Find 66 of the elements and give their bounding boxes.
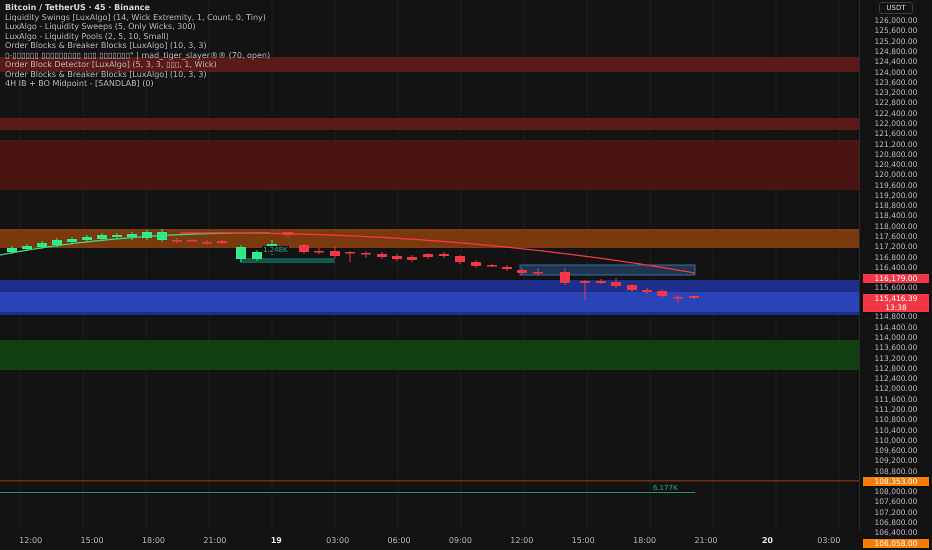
indicator-label[interactable]: Order Blocks & Breaker Blocks [LuxAlgo] (10, 3, 3) [5,70,270,79]
candlestick [127,232,137,240]
time-label: 03:00 [816,536,842,544]
time-label: 15:00 [570,536,596,544]
candlestick [22,244,32,252]
candlestick [217,240,227,246]
indicator-label[interactable]: Order Block Detector [LuxAlgo] (5, 3, 3, ▯▯▯, 1, Wick) [5,60,270,70]
candlestick [187,238,197,242]
candlestick [611,278,621,288]
candlestick [172,238,182,244]
candlestick [471,260,481,268]
time-label: 03:00 [325,536,350,544]
time-label: 18:00 [632,536,658,544]
indicator-label[interactable]: 4H IB + BO Midpoint - [SANDLAB] (0) [5,79,270,88]
candlestick [82,234,92,242]
candlestick [299,244,309,254]
candlestick [283,230,293,238]
candlestick [330,246,340,258]
candlestick [596,278,606,284]
date-label: 20 [760,536,774,544]
candlestick [423,252,433,260]
candlestick [533,268,543,276]
time-label: 12:00 [18,536,44,544]
candlestick [439,252,449,258]
candlestick [345,250,355,262]
candlestick [314,248,324,254]
candlestick [361,250,371,258]
time-label: 06:00 [386,536,412,544]
time-label: 15:00 [80,536,105,544]
indicator-label[interactable]: LuxAlgo - Liquidity Pools (2, 5, 10, Small) [5,32,270,41]
indicator-label[interactable]: LuxAlgo - Liquidity Sweeps (5, Only Wicks, 300) [5,22,270,32]
chart-title: Bitcoin / TetherUS · 45 · Binance [5,3,151,12]
candlestick [517,268,527,276]
indicator-label[interactable]: Order Blocks & Breaker Blocks [LuxAlgo] (10, 3, 3) [5,41,270,50]
candlestick [560,268,570,286]
candlestick [487,264,497,268]
candlestick [642,288,652,294]
candlestick [37,240,47,250]
candlestick [112,232,122,240]
date-label: 19 [270,536,283,544]
time-label: 12:00 [509,536,534,544]
candlestick [157,228,167,242]
candlestick [236,244,246,262]
time-label: 18:00 [140,536,166,544]
candlestick [502,264,512,272]
time-label: 09:00 [448,536,473,544]
candlestick [407,254,417,262]
candlestick [377,252,387,260]
candlestick [67,236,77,244]
candlestick [627,284,637,292]
candlestick [689,296,699,300]
indicator-label[interactable]: Liquidity Swings [LuxAlgo] (14, Wick Extremity, 1, Count, 0, Tiny) [5,12,270,22]
candlestick [7,246,17,254]
candlestick [673,294,683,304]
candlestick [392,254,402,262]
candlestick [142,230,152,240]
indicator-label[interactable]: ▯-▯▯▯▯▯▯ ▯▯▯▯▯▯▯▯▯ ▯▯▯ ▯▯▯▯▯▯▯" | mad_tiger_slayer®® (70, open) [5,50,270,60]
candlestick [657,288,667,298]
candlestick [97,232,107,242]
candlestick [580,280,590,300]
time-label: 21:00 [202,536,228,544]
candlestick [52,238,62,248]
candlestick [252,250,262,262]
time-label: 21:00 [693,536,719,544]
candlestick [202,240,212,244]
candlestick [455,254,465,264]
